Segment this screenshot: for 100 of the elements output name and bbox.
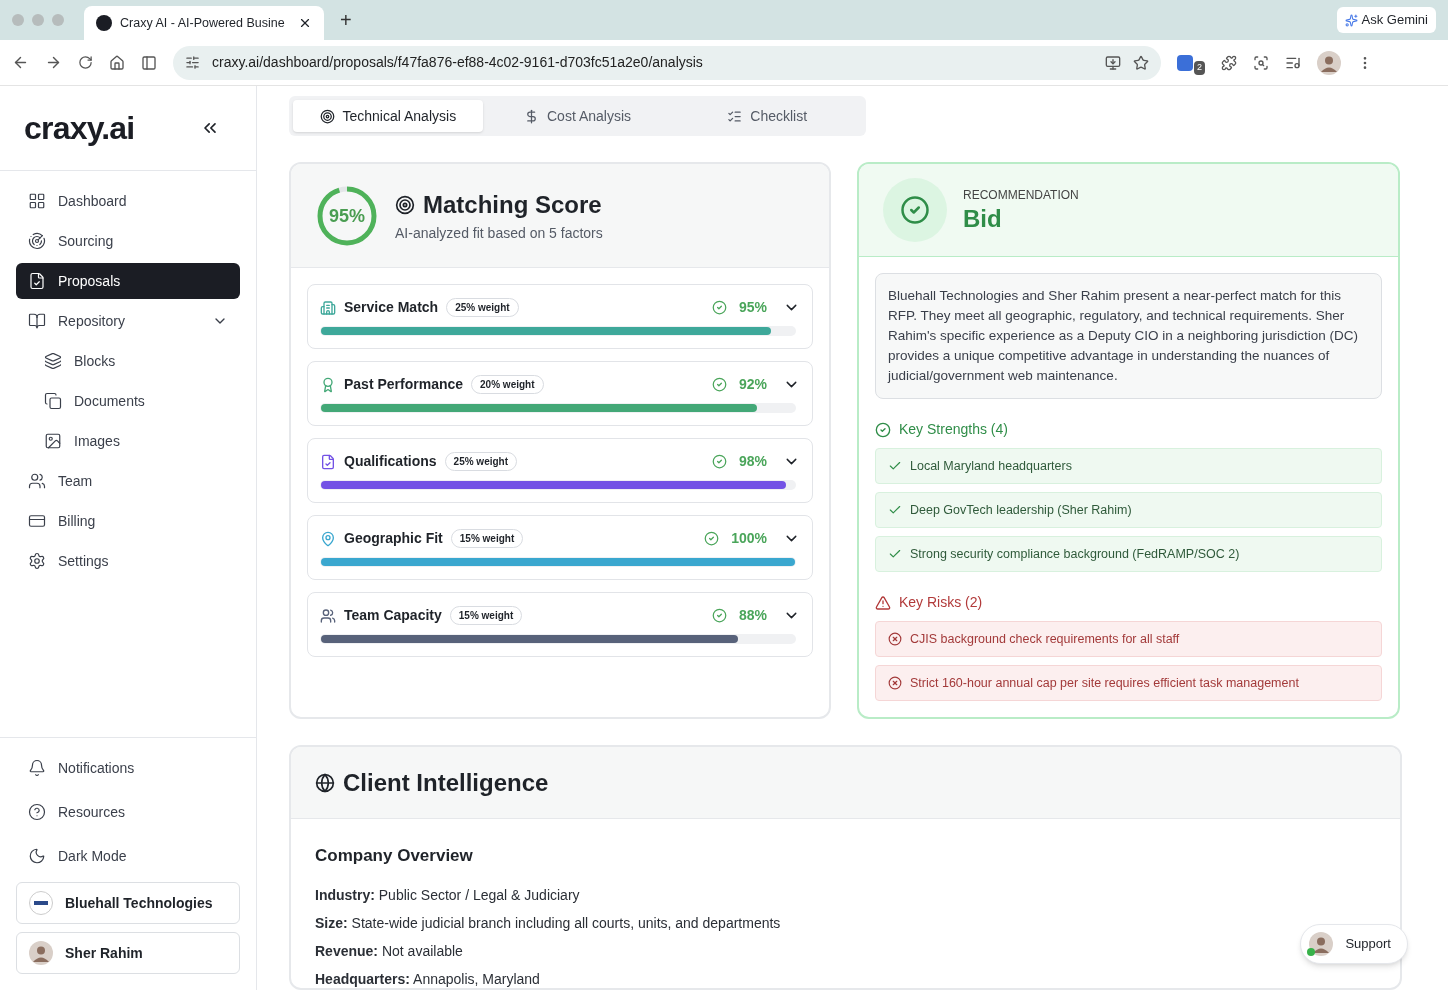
factor-row[interactable]: Team Capacity 15% weight 88%: [307, 592, 813, 657]
score-value: 95%: [329, 206, 365, 225]
gemini-button[interactable]: Ask Gemini: [1336, 7, 1436, 33]
users-icon: [28, 472, 46, 490]
sidebar-item[interactable]: Blocks: [16, 343, 240, 379]
target-icon: [395, 195, 415, 215]
workspace-logo-icon: [29, 891, 53, 915]
fact-line: Industry: Public Sector / Legal & Judiciary: [315, 885, 580, 905]
strengths-heading: Key Strengths (4): [899, 420, 1008, 439]
check-circle-icon: [711, 300, 727, 315]
card-title: Client Intelligence: [343, 767, 549, 798]
sidebar-item[interactable]: Proposals: [16, 263, 240, 299]
check-circle-icon: [900, 195, 930, 225]
factor-row[interactable]: Service Match 25% weight 95%: [307, 284, 813, 349]
strength-item: Local Maryland headquarters: [875, 448, 1382, 484]
book-icon: [28, 312, 46, 330]
tab[interactable]: Cost Analysis: [482, 100, 673, 132]
document-check-icon: [320, 453, 336, 470]
factor-row[interactable]: Past Performance 20% weight 92%: [307, 361, 813, 426]
factor-row[interactable]: Geographic Fit 15% weight 100%: [307, 515, 813, 580]
logo[interactable]: craxy.ai: [24, 104, 135, 152]
extension-badge: 2: [1194, 61, 1205, 75]
map-pin-icon: [320, 530, 336, 547]
forward-icon[interactable]: [45, 54, 62, 71]
support-avatar: [1309, 932, 1334, 956]
sidebar-item[interactable]: Dashboard: [16, 183, 240, 219]
factor-score: 88%: [738, 606, 767, 625]
factor-row[interactable]: Qualifications 25% weight 98%: [307, 438, 813, 503]
fact-line: Revenue: Not available: [315, 941, 463, 961]
target-icon: [319, 108, 335, 124]
section-title: Company Overview: [315, 845, 473, 867]
check-circle-icon: [711, 377, 727, 392]
factor-name: Geographic Fit: [344, 529, 443, 548]
factor-score: 98%: [738, 452, 767, 471]
bell-icon: [28, 759, 46, 777]
new-tab-button[interactable]: +: [332, 5, 360, 35]
support-button[interactable]: Support: [1300, 924, 1408, 964]
factor-name: Qualifications: [344, 452, 437, 471]
score-ring-remainder: [338, 186, 348, 193]
card-subtitle: AI-analyzed fit based on 5 factors: [395, 224, 603, 243]
sidebar-item[interactable]: Settings: [16, 543, 240, 579]
tab[interactable]: Checklist: [672, 100, 862, 132]
close-icon[interactable]: [298, 16, 312, 30]
check-circle-icon: [711, 454, 727, 469]
risk-item: CJIS background check requirements for all staff: [875, 621, 1382, 657]
strength-item: Strong security compliance background (FedRAMP/SOC 2): [875, 536, 1382, 572]
reload-icon[interactable]: [78, 55, 93, 70]
dollar-icon: [524, 108, 539, 124]
profile-avatar: [1317, 50, 1341, 75]
sidebar-item[interactable]: Team: [16, 463, 240, 499]
sidebar-item[interactable]: Repository: [16, 303, 240, 339]
extension-icon[interactable]: [1177, 54, 1193, 71]
grid-icon: [28, 192, 46, 210]
factor-name: Past Performance: [344, 375, 464, 394]
copy-icon: [44, 392, 62, 410]
sidebar-item[interactable]: Resources: [16, 794, 240, 830]
recommendation-value: Bid: [963, 204, 1003, 234]
sidebar-item[interactable]: Billing: [16, 503, 240, 539]
card-icon: [28, 512, 46, 530]
fact-line: Headquarters: Annapolis, Maryland: [315, 969, 540, 988]
x-circle-icon: [888, 632, 902, 646]
document-check-icon: [28, 272, 46, 290]
sidebar-item[interactable]: Notifications: [16, 750, 240, 786]
moon-icon: [28, 847, 46, 865]
sidebar-item[interactable]: Dark Mode: [16, 838, 240, 874]
check-circle-icon: [875, 421, 891, 438]
address-field[interactable]: craxy.ai/dashboard/proposals/f47fa876-ef88-4c02-9161-d703fc51a2e0/analysis: [173, 45, 1161, 80]
sidebar-item[interactable]: Sourcing: [16, 223, 240, 259]
globe-icon: [315, 772, 335, 793]
card-title: Matching Score: [423, 190, 602, 220]
image-icon: [44, 432, 62, 450]
user-switcher[interactable]: Sher Rahim: [16, 932, 240, 974]
home-icon[interactable]: [109, 54, 125, 71]
users-icon: [320, 607, 336, 624]
sidebar-item[interactable]: Images: [16, 423, 240, 459]
risks-heading: Key Risks (2): [899, 593, 983, 612]
x-circle-icon: [888, 676, 902, 690]
building-icon: [320, 299, 336, 316]
check-icon: [888, 547, 902, 561]
bookmark-icon[interactable]: [1133, 54, 1149, 71]
award-icon: [320, 376, 336, 393]
install-icon[interactable]: [1105, 54, 1121, 71]
gear-icon: [28, 552, 46, 570]
lens-icon[interactable]: [1253, 54, 1269, 71]
strength-item: Deep GovTech leadership (Sher Rahim): [875, 492, 1382, 528]
back-icon[interactable]: [12, 54, 29, 71]
help-icon: [28, 803, 46, 821]
check-icon: [888, 503, 902, 517]
workspace-switcher[interactable]: Bluehall Technologies: [16, 882, 240, 924]
tab[interactable]: Technical Analysis: [293, 100, 483, 132]
radar-icon: [28, 232, 46, 250]
factor-name: Team Capacity: [344, 606, 442, 625]
factor-score: 92%: [738, 375, 767, 394]
checklist-icon: [727, 108, 743, 124]
favicon-icon: [96, 15, 112, 31]
browser-tab[interactable]: Craxy AI - AI-Powered Busine: [84, 6, 324, 40]
puzzle-icon[interactable]: [1221, 54, 1237, 71]
side-panel-icon[interactable]: [141, 54, 157, 71]
sidebar-item[interactable]: Documents: [16, 383, 240, 419]
site-settings-icon[interactable]: [185, 55, 200, 70]
